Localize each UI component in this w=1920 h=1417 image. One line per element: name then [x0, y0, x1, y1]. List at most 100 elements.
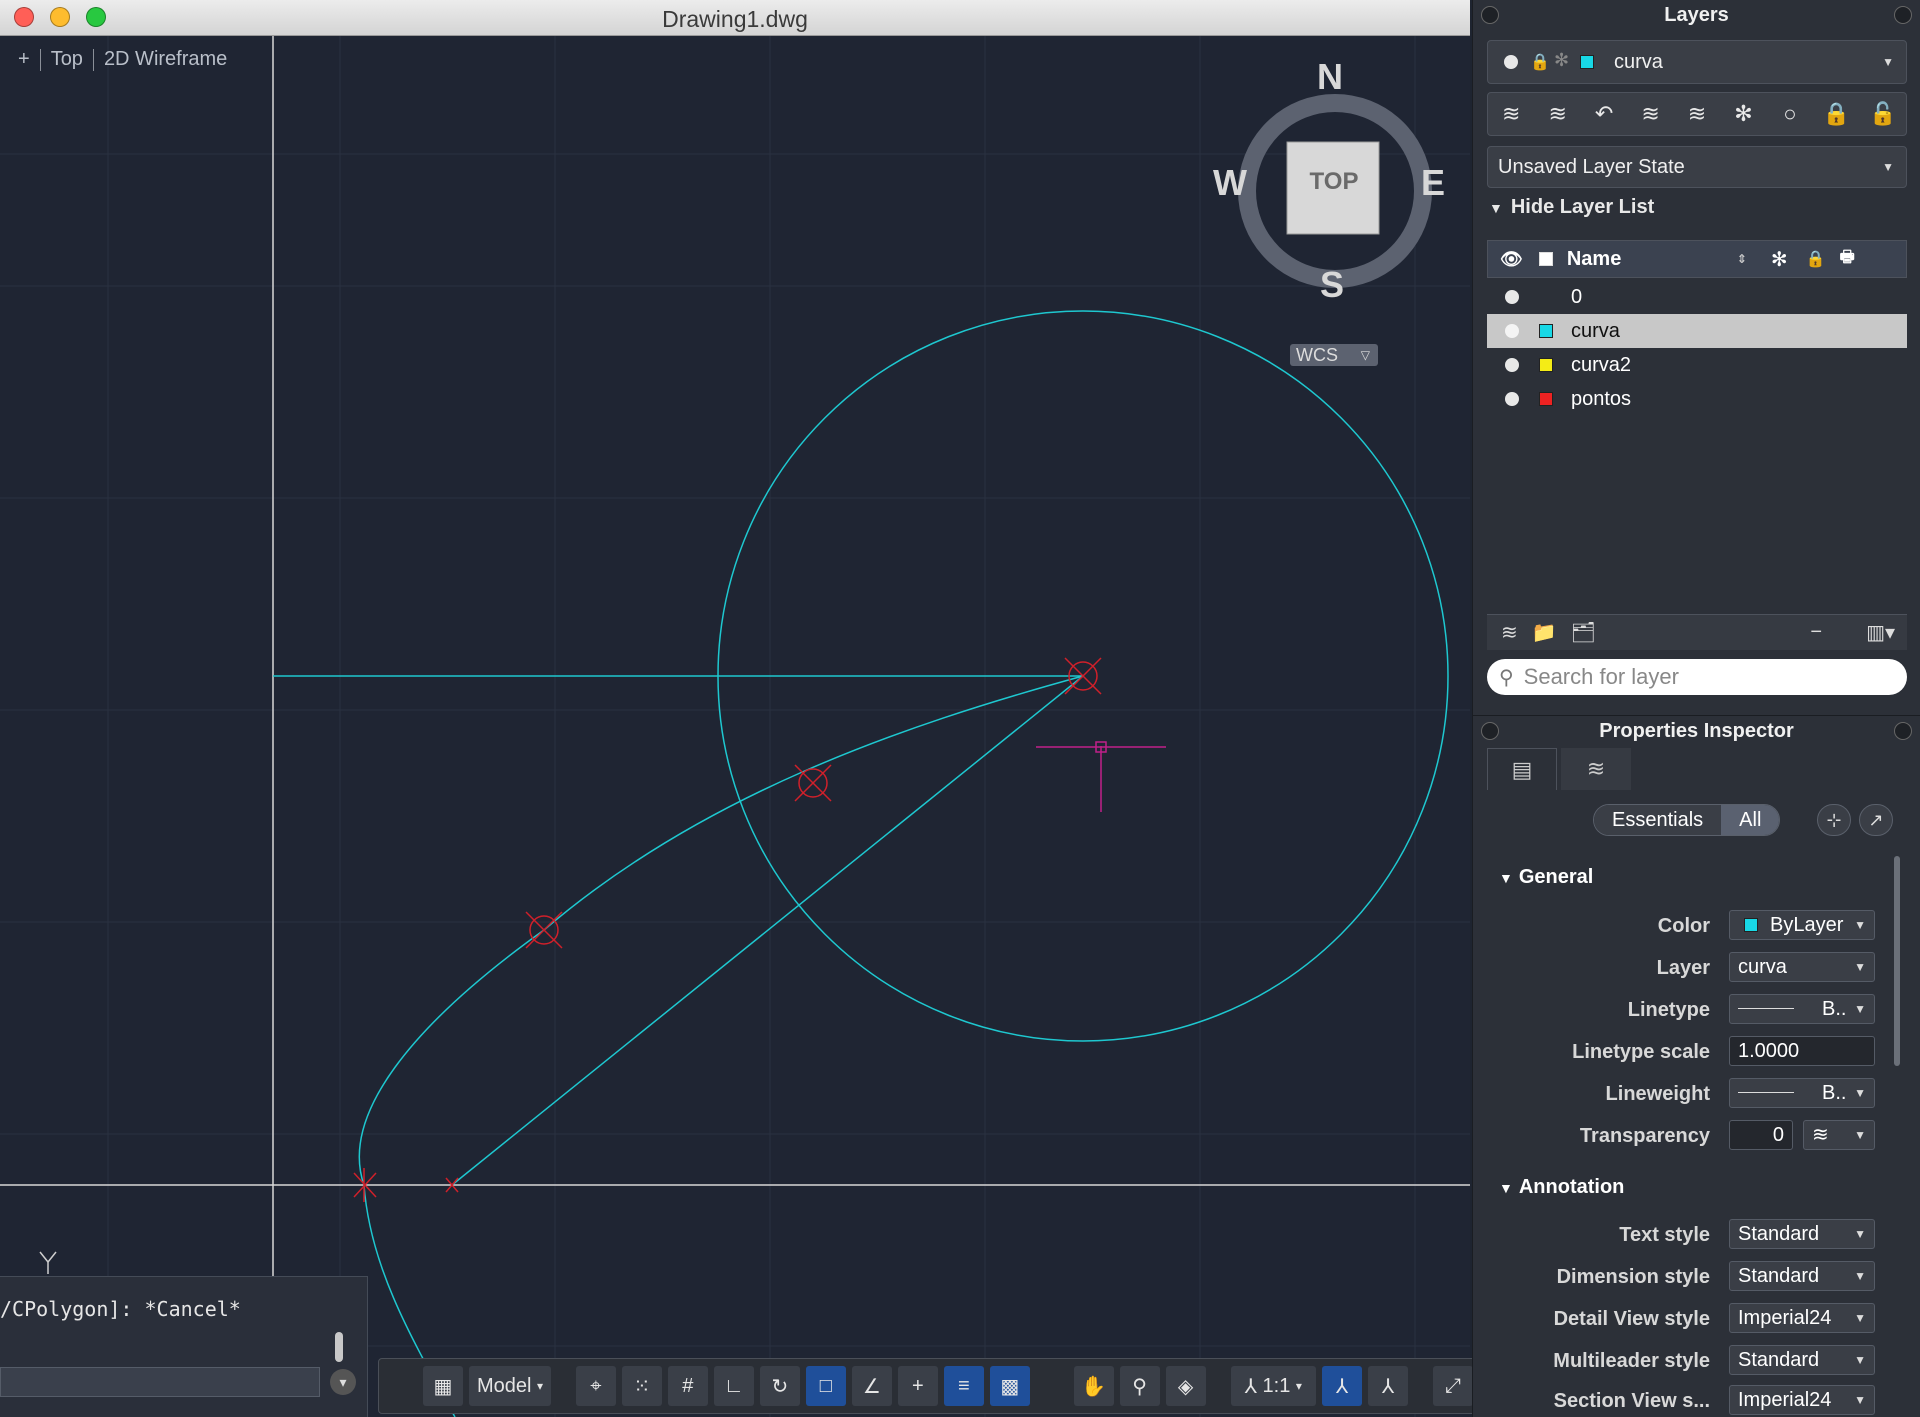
annotation-visibility-button[interactable]: ⅄ — [1322, 1366, 1363, 1406]
layer-color-swatch[interactable] — [1539, 358, 1553, 372]
multileader-style-dropdown[interactable]: Standard ▼ — [1729, 1345, 1875, 1375]
layer-previous-icon[interactable]: ↶ — [1589, 99, 1619, 129]
current-layer-dropdown[interactable]: 🔒 ✻ curva ▼ — [1487, 40, 1907, 84]
name-column-header[interactable]: Name — [1567, 248, 1737, 271]
grid-display-button[interactable]: # — [667, 1366, 708, 1406]
layer-row[interactable]: pontos — [1487, 382, 1907, 416]
panel-menu-icon[interactable] — [1894, 6, 1912, 24]
bulb-icon[interactable] — [1505, 324, 1519, 338]
viewport-menu-button[interactable]: + — [18, 48, 30, 71]
lineweight-button[interactable]: ≡ — [943, 1366, 984, 1406]
wcs-dropdown[interactable]: WCS ▽ — [1290, 344, 1378, 366]
color-column-icon[interactable] — [1538, 252, 1553, 266]
annotation-scale-button[interactable]: ⅄ 1:1 ▾ — [1230, 1366, 1317, 1406]
multileader-style-label: Multileader style — [1553, 1350, 1710, 1372]
auto-scale-button[interactable]: ⅄ — [1368, 1366, 1409, 1406]
annotation-section-header[interactable]: ▼ Annotation — [1499, 1176, 1624, 1199]
command-scrollbar[interactable] — [335, 1332, 343, 1362]
pan-button[interactable]: ✋ — [1073, 1366, 1114, 1406]
layer-freeze-icon[interactable]: ✻ — [1728, 99, 1758, 129]
viewcube-west[interactable]: W — [1213, 162, 1247, 204]
layer-off-icon[interactable]: ○ — [1775, 99, 1805, 129]
dimension-style-dropdown[interactable]: Standard ▼ — [1729, 1261, 1875, 1291]
general-title: General — [1518, 866, 1594, 888]
dynamic-ucs-button[interactable]: ∠ — [851, 1366, 892, 1406]
transparency-button[interactable]: ▩ — [989, 1366, 1030, 1406]
section-view-style-dropdown[interactable]: Imperial24 ▼ — [1729, 1385, 1875, 1415]
eye-icon[interactable]: 👁 — [1500, 249, 1523, 270]
linetype-scale-input[interactable]: 1.0000 — [1729, 1036, 1875, 1066]
viewcube[interactable] — [1205, 66, 1455, 366]
bulb-icon[interactable] — [1505, 392, 1519, 406]
polar-button[interactable]: ↻ — [759, 1366, 800, 1406]
panel-close-icon[interactable] — [1481, 6, 1499, 24]
object-snap-button[interactable]: □ — [805, 1366, 846, 1406]
essentials-toggle[interactable]: Essentials — [1594, 805, 1722, 835]
layer-row[interactable]: 0 — [1487, 280, 1907, 314]
layer-dropdown[interactable]: curva ▼ — [1729, 952, 1875, 982]
tab-layer-properties[interactable]: ≋ — [1561, 748, 1631, 790]
viewcube-east[interactable]: E — [1421, 162, 1445, 204]
layer-unisolate-icon[interactable]: ≋ — [1682, 99, 1712, 129]
layer-match-icon[interactable]: ≋ — [1543, 99, 1573, 129]
model-space-button[interactable]: Model ▾ — [469, 1366, 551, 1406]
layer-unlock-icon[interactable]: 🔓 — [1868, 99, 1898, 129]
properties-scrollbar[interactable] — [1894, 856, 1900, 1066]
delete-layer-icon[interactable]: − — [1810, 621, 1822, 644]
spline-entity — [358, 675, 1084, 1417]
grid-dots-button[interactable]: ⁙ — [621, 1366, 662, 1406]
panel-menu-icon[interactable] — [1894, 722, 1912, 740]
all-toggle[interactable]: All — [1721, 805, 1780, 835]
transparency-input[interactable]: 0 — [1729, 1120, 1793, 1150]
layer-lock-icon[interactable]: 🔒 — [1821, 99, 1851, 129]
layer-state-dropdown[interactable]: Unsaved Layer State ▼ — [1487, 146, 1907, 188]
orbit-button[interactable]: ◈ — [1165, 1366, 1206, 1406]
dynamic-input-button[interactable]: + — [897, 1366, 938, 1406]
panel-close-icon[interactable] — [1481, 722, 1499, 740]
layer-properties-icon[interactable]: ≋ — [1496, 99, 1526, 129]
detail-view-style-dropdown[interactable]: Imperial24 ▼ — [1729, 1303, 1875, 1333]
linetype-dropdown[interactable]: B.. ▼ — [1729, 994, 1875, 1024]
viewcube-north[interactable]: N — [1317, 56, 1343, 98]
text-style-dropdown[interactable]: Standard ▼ — [1729, 1219, 1875, 1249]
hide-layer-list-toggle[interactable]: ▼ Hide Layer List — [1489, 196, 1654, 219]
layer-color-swatch[interactable] — [1539, 324, 1553, 338]
general-section-header[interactable]: ▼ General — [1499, 866, 1593, 889]
freeze-column-icon[interactable]: ✻ — [1771, 247, 1788, 272]
color-dropdown[interactable]: ByLayer ▼ — [1729, 910, 1875, 940]
layer-color-swatch[interactable] — [1539, 392, 1553, 406]
new-group-icon[interactable]: 📁 — [1532, 620, 1557, 645]
viewcube-top-face[interactable]: TOP — [1289, 168, 1379, 196]
command-history-button[interactable]: ▾ — [330, 1369, 356, 1395]
viewcube-south[interactable]: S — [1320, 264, 1344, 306]
drawing-canvas[interactable]: + Top 2D Wireframe N S E W TOP WCS ▽ Y /… — [0, 36, 1470, 1417]
sort-icon[interactable]: ⇕ — [1737, 252, 1747, 266]
auto-scale-icon: ⅄ — [1382, 1375, 1395, 1398]
visual-style-button[interactable]: 2D Wireframe — [104, 48, 227, 71]
clean-screen-button[interactable]: ⤢ — [1433, 1366, 1474, 1406]
new-filter-icon[interactable]: 🗂 — [1571, 620, 1596, 645]
transparency-bylayer-dropdown[interactable]: ≋ ▼ — [1803, 1120, 1875, 1150]
snap-button[interactable]: ⌖ — [575, 1366, 616, 1406]
layer-search-field[interactable]: ⚲ Search for layer — [1487, 659, 1907, 695]
ortho-button[interactable]: ∟ — [713, 1366, 754, 1406]
bulb-icon[interactable] — [1505, 358, 1519, 372]
layer-isolate-icon[interactable]: ≋ — [1636, 99, 1666, 129]
zoom-button[interactable]: ⚲ — [1119, 1366, 1160, 1406]
bulb-icon[interactable] — [1505, 290, 1519, 304]
view-menu-button[interactable]: Top — [51, 48, 83, 71]
pick-object-button[interactable]: ↗ — [1859, 804, 1893, 836]
tab-object-properties[interactable]: ▤ — [1487, 748, 1557, 790]
linetype-scale-label: Linetype scale — [1572, 1041, 1710, 1063]
command-input[interactable] — [0, 1367, 320, 1397]
layout-grid-button[interactable]: ▦ — [423, 1366, 463, 1406]
lineweight-preview — [1738, 1092, 1794, 1093]
layer-row[interactable]: curva2 — [1487, 348, 1907, 382]
new-layer-icon[interactable]: ≋ — [1501, 620, 1518, 645]
columns-menu-icon[interactable]: ▥▾ — [1866, 620, 1895, 645]
lineweight-dropdown[interactable]: B.. ▼ — [1729, 1078, 1875, 1108]
lock-column-icon[interactable]: 🔒 — [1806, 249, 1826, 269]
print-column-icon[interactable]: 🖶 — [1840, 246, 1855, 273]
layer-row[interactable]: curva — [1487, 314, 1907, 348]
quick-select-button[interactable]: ⊹ — [1817, 804, 1851, 836]
